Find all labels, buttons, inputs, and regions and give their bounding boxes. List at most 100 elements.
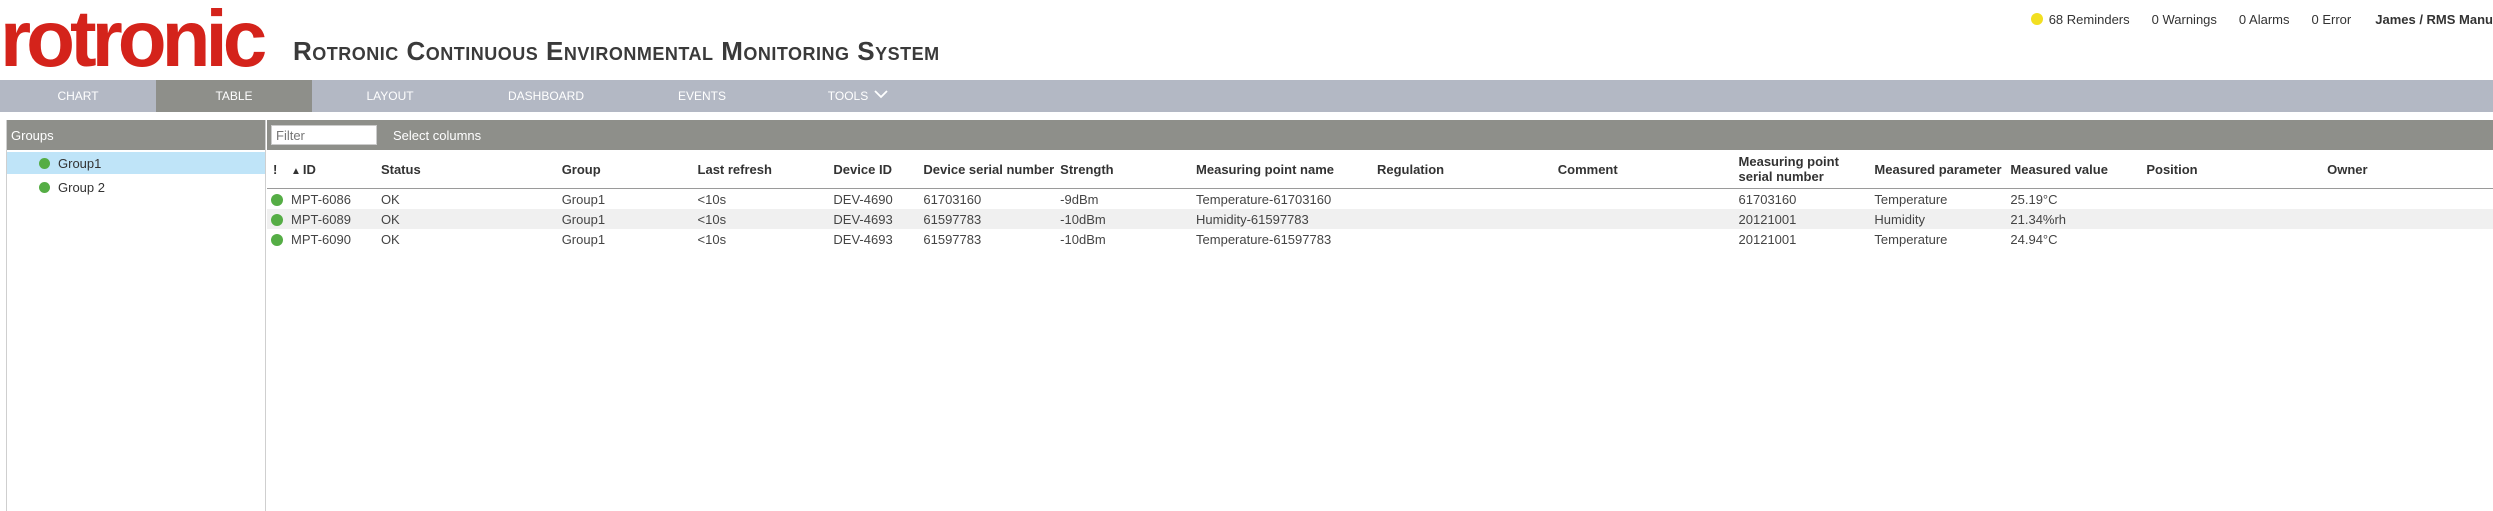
status-dot-icon: [39, 181, 50, 193]
filter-input[interactable]: [271, 125, 377, 145]
cell-value: 24.94°C: [2010, 231, 2058, 247]
tab-chart-label: CHART: [57, 89, 99, 103]
cell-device-serial: 61597783: [917, 209, 1055, 229]
user-name[interactable]: James / RMS Manu: [2375, 12, 2493, 27]
cell-owner: [2321, 189, 2493, 210]
col-header-position[interactable]: Position: [2140, 150, 2322, 189]
status-dot-icon: [271, 234, 283, 247]
alarms-label: 0 Alarms: [2238, 11, 2290, 27]
grid-toolbar: Select columns: [267, 120, 2493, 150]
cell-owner: [2321, 209, 2493, 229]
reminders-label: 68 Reminders: [2048, 11, 2130, 27]
cell-strength: -9dBm: [1060, 191, 1099, 207]
cell-mp-name: Temperature-61597783: [1196, 231, 1332, 247]
cell-position: [2140, 229, 2321, 249]
table-row[interactable]: MPT-6089 OK Group1 <10s DEV-4693 6159778…: [267, 209, 2493, 229]
cell-device-id: DEV-4690: [833, 191, 893, 207]
cell-status: OK: [380, 231, 400, 247]
table-row[interactable]: MPT-6090 OK Group1 <10s DEV-4693 6159778…: [267, 229, 2493, 249]
cell-owner: [2321, 229, 2493, 249]
cell-mp-serial: 20121001: [1738, 231, 1797, 247]
tab-events-label: EVENTS: [677, 89, 726, 103]
reminder-dot-icon: [2030, 13, 2043, 25]
cell-comment: [1552, 229, 1733, 249]
status-dot-icon: [271, 194, 283, 207]
col-header-mp-name[interactable]: Measuring point name: [1190, 150, 1371, 189]
table-header-row: ! ▲ ID Status Group Last refresh Device I…: [267, 150, 2493, 189]
groups-panel-title: Groups: [7, 120, 265, 150]
cell-position: [2140, 209, 2322, 229]
col-header-mp-serial[interactable]: Measuring point serial number: [1732, 150, 1869, 189]
tab-tools-label: TOOLS: [827, 89, 869, 103]
cell-comment: [1551, 209, 1733, 229]
cell-status: OK: [374, 209, 556, 229]
measuring-points-table: ! ▲ ID Status Group Last refresh Device I…: [267, 150, 2493, 249]
col-header-indicator[interactable]: !: [267, 150, 285, 189]
col-header-last-refresh[interactable]: Last refresh: [691, 150, 828, 189]
cell-last-refresh: <10s: [691, 209, 828, 229]
main-nav: CHART TABLE LAYOUT DASHBOARD EVENTS TOOL…: [0, 80, 2493, 112]
col-header-value[interactable]: Measured value: [2004, 150, 2141, 189]
cell-regulation: [1371, 229, 1552, 249]
select-columns-button[interactable]: Select columns: [393, 128, 481, 143]
cell-strength: -10dBm: [1054, 209, 1191, 229]
cell-last-refresh: <10s: [697, 191, 727, 207]
cell-device-id: DEV-4693: [827, 209, 918, 229]
cell-group: Group1: [561, 231, 606, 247]
rotronic-logo: rotronic: [0, 0, 267, 83]
cell-parameter: Temperature: [1874, 191, 1948, 207]
group-item-group1[interactable]: Group1: [7, 152, 265, 174]
cell-regulation: [1371, 189, 1552, 210]
table-row[interactable]: MPT-6086 OK Group1 <10s DEV-4690 6170316…: [267, 189, 2493, 210]
cell-last-refresh: <10s: [697, 231, 727, 247]
col-header-id[interactable]: ▲ ID: [284, 150, 375, 189]
chevron-down-icon: [874, 90, 888, 102]
col-header-strength[interactable]: Strength: [1054, 150, 1191, 189]
cell-mp-name: Temperature-61703160: [1196, 191, 1332, 207]
tab-dashboard[interactable]: DASHBOARD: [468, 80, 624, 112]
col-header-owner[interactable]: Owner: [2321, 150, 2493, 189]
tab-tools[interactable]: TOOLS: [780, 80, 936, 112]
group-item-group2[interactable]: Group 2: [7, 176, 265, 198]
cell-value: 25.19°C: [2010, 191, 2058, 207]
sort-asc-icon: ▲: [290, 165, 301, 177]
tab-layout[interactable]: LAYOUT: [312, 80, 468, 112]
status-dot-icon: [39, 157, 50, 169]
cell-device-serial: 61597783: [923, 231, 982, 247]
cell-regulation: [1370, 209, 1552, 229]
cell-mp-serial: 61703160: [1738, 191, 1797, 207]
table-view: Select columns ! ▲ID Status Group Last r…: [267, 120, 2493, 511]
col-header-comment[interactable]: Comment: [1551, 150, 1733, 189]
tab-events[interactable]: EVENTS: [624, 80, 780, 112]
cell-device-id: DEV-4693: [833, 231, 893, 247]
cell-mp-serial: 20121001: [1732, 209, 1869, 229]
tab-table-label: TABLE: [215, 89, 253, 103]
col-header-device-id[interactable]: Device ID: [827, 150, 918, 189]
cell-status: OK: [380, 191, 400, 207]
alarms-indicator[interactable]: 0 Alarms: [2239, 12, 2290, 27]
tab-dashboard-label: DASHBOARD: [507, 89, 584, 103]
warnings-indicator[interactable]: 0 Warnings: [2152, 12, 2217, 27]
status-bar: 68 Reminders 0 Warnings 0 Alarms 0 Error…: [2009, 9, 2493, 29]
col-header-parameter[interactable]: Measured parameter: [1868, 150, 2005, 189]
errors-indicator[interactable]: 0 Error: [2312, 12, 2352, 27]
reminders-indicator[interactable]: 68 Reminders: [2030, 11, 2130, 27]
groups-panel: Groups Group1 Group 2: [6, 120, 266, 511]
cell-comment: [1552, 189, 1733, 210]
col-header-group[interactable]: Group: [555, 150, 692, 189]
tab-table[interactable]: TABLE: [156, 80, 312, 112]
col-header-id-label: ID: [302, 161, 316, 177]
group-label: Group 2: [58, 179, 105, 195]
cell-id: MPT-6090: [290, 231, 351, 247]
col-header-status[interactable]: Status: [374, 150, 556, 189]
col-header-regulation[interactable]: Regulation: [1370, 150, 1552, 189]
cell-position: [2140, 189, 2321, 210]
cell-value: 21.34%rh: [2004, 209, 2141, 229]
cell-parameter: Humidity: [1868, 209, 2005, 229]
tab-layout-label: LAYOUT: [366, 89, 414, 103]
errors-label: 0 Error: [2311, 11, 2352, 27]
col-header-device-serial[interactable]: Device serial number: [917, 150, 1055, 189]
status-dot-icon: [271, 214, 283, 227]
cell-id: MPT-6089: [284, 209, 375, 229]
tab-chart[interactable]: CHART: [0, 80, 156, 112]
